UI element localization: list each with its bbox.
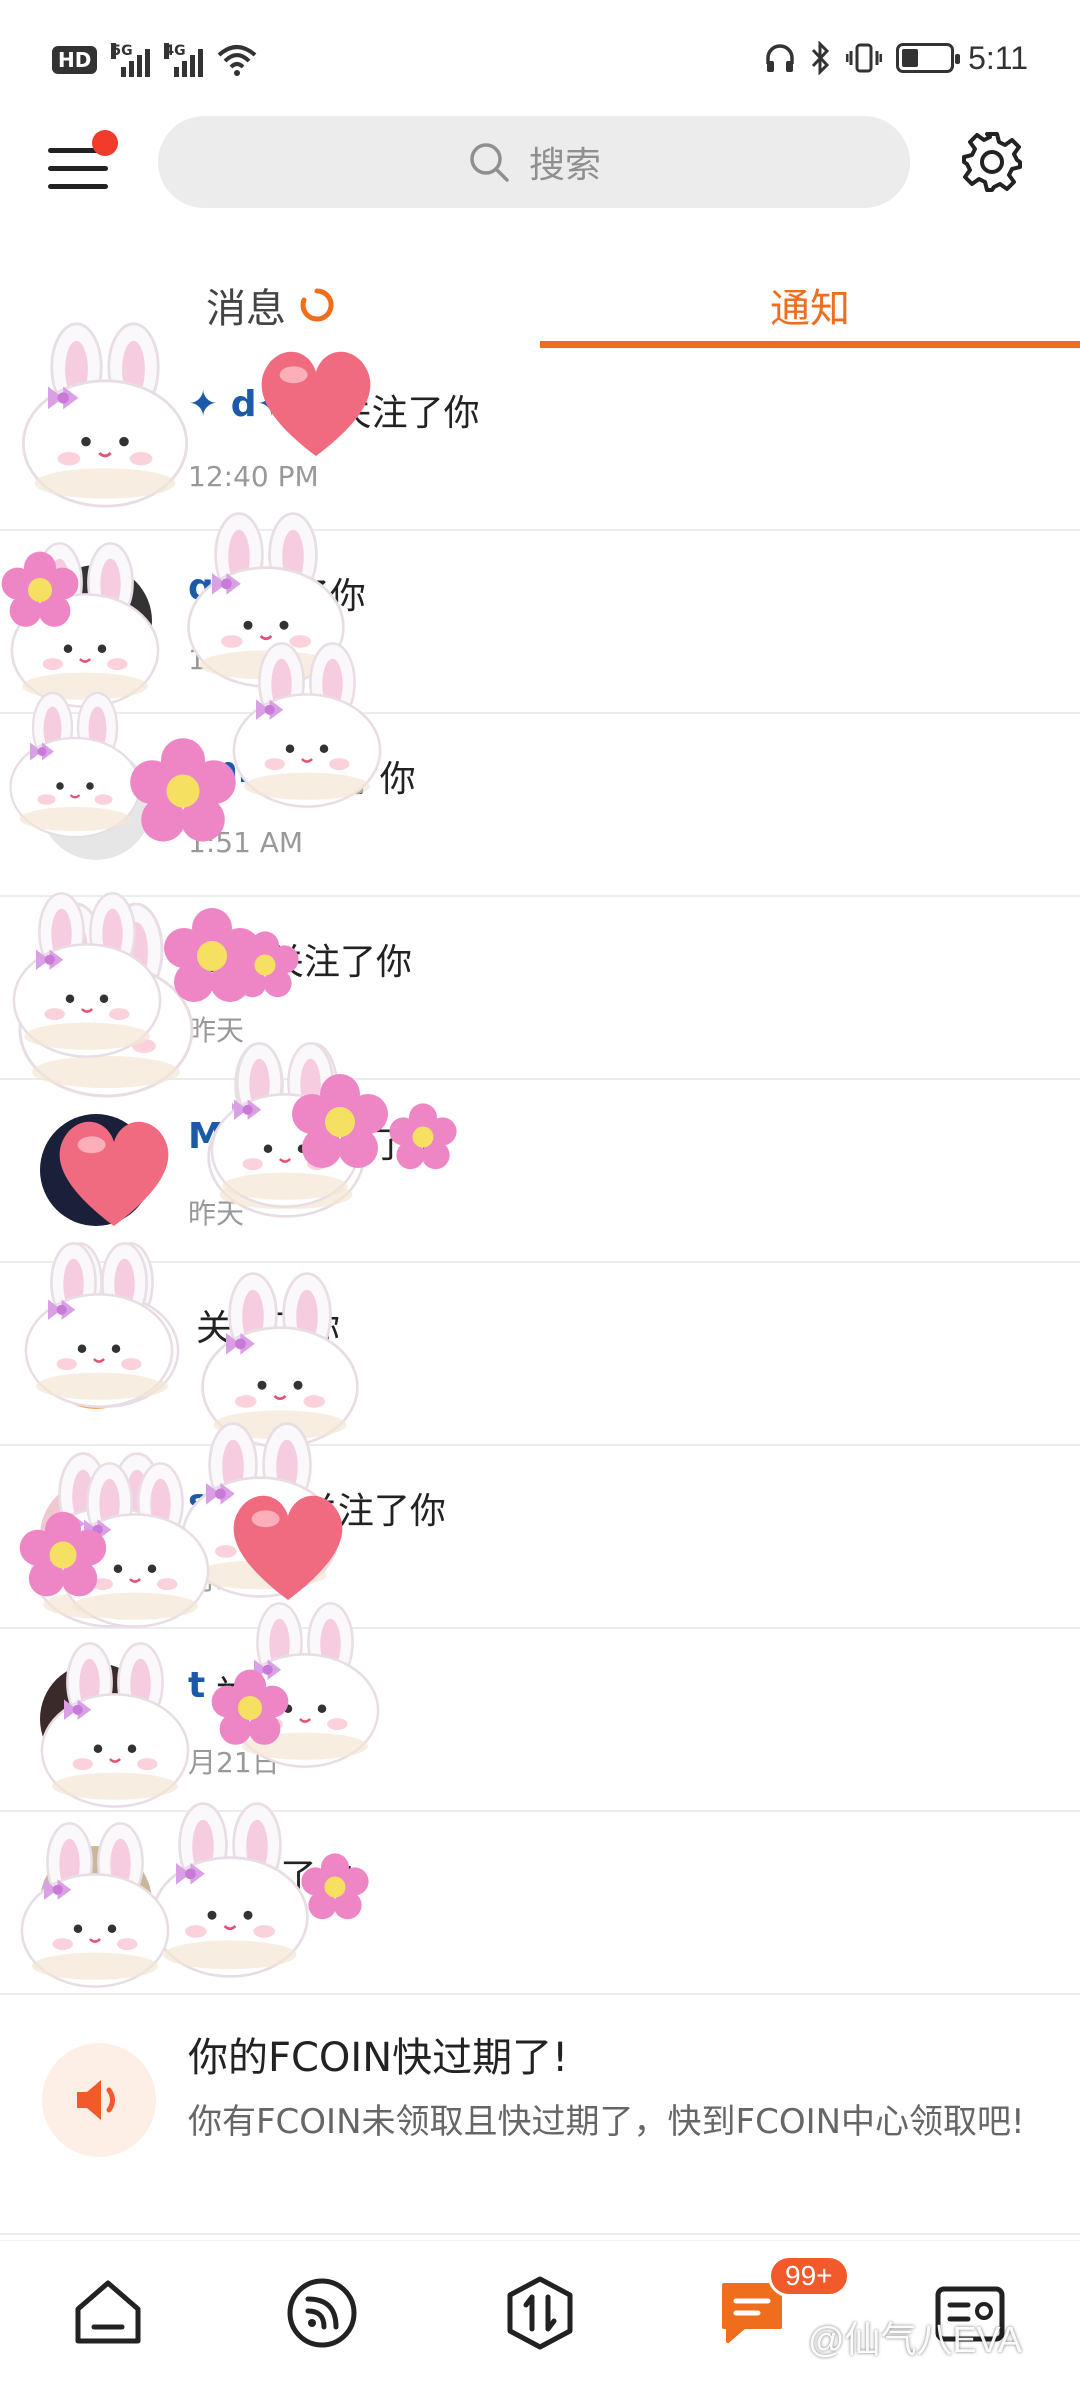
status-right: 5:11: [764, 34, 1028, 82]
tab-notifications-label: 通知: [770, 286, 850, 332]
menu-button[interactable]: [48, 130, 118, 200]
follow-action-text: 关注了你: [196, 1308, 341, 1349]
home-icon: [75, 2280, 141, 2344]
nav-trade[interactable]: [500, 2273, 580, 2353]
username-link[interactable]: l: [188, 1848, 200, 1900]
trade-arrows-icon: [507, 2276, 573, 2350]
notification-row[interactable]: M...X 关注了你 昨天: [0, 1080, 1080, 1263]
bottom-nav: 99+ @仙气八EVA: [0, 2240, 1080, 2388]
avatar[interactable]: [40, 382, 152, 494]
search-placeholder: 搜索: [528, 145, 601, 186]
fcoin-title: 你的FCOIN快过期了!: [188, 2035, 569, 2081]
timestamp: 昨天: [188, 1197, 245, 1230]
search-icon: [470, 143, 509, 182]
avatar[interactable]: [40, 1663, 152, 1775]
notification-row[interactable]: 青地 关注了你 昨天: [0, 897, 1080, 1080]
search-bar[interactable]: 搜索: [158, 116, 910, 208]
hd-badge: HD: [52, 46, 98, 74]
loading-spinner-icon: [300, 288, 334, 322]
notification-row[interactable]: l 关注了你: [0, 1812, 1080, 1995]
username-link[interactable]: q: [188, 567, 214, 619]
avatar[interactable]: [40, 931, 152, 1043]
notification-row[interactable]: q 关注了你 10: [0, 531, 1080, 714]
header: 搜索: [0, 112, 1080, 262]
notification-row[interactable]: ✦ d✦... 关注了你 12:40 PM: [0, 348, 1080, 531]
follow-action-text: 关注了你: [271, 759, 416, 800]
menu-line: [48, 166, 108, 171]
rss-feed-icon: [287, 2278, 357, 2348]
username-link[interactable]: t: [188, 1665, 205, 1717]
username-link[interactable]: 青地: [188, 933, 260, 985]
tab-messages-label: 消息: [206, 286, 286, 332]
clock: 5:11: [968, 39, 1028, 76]
headphones-icon: [766, 44, 794, 72]
timestamp: 月21日: [188, 1563, 280, 1596]
nav-home[interactable]: [68, 2273, 148, 2353]
follow-action-text: 关注了你: [300, 1125, 445, 1166]
signal-4g-icon: 4G: [164, 43, 204, 77]
username-link[interactable]: M...X: [188, 1116, 293, 1168]
avatar[interactable]: [40, 748, 152, 860]
notification-dot: [92, 130, 118, 156]
follow-action-text: 关注了你: [213, 1674, 358, 1715]
username-link[interactable]: ann: [188, 750, 264, 802]
follow-action-text: 关注了你: [208, 1857, 353, 1898]
bluetooth-icon: [811, 41, 830, 75]
follow-action-text: 关注了你: [221, 576, 366, 617]
network-label-4g: 4G: [164, 43, 186, 59]
active-tab-indicator: [540, 341, 1080, 348]
timestamp: 12:40 PM: [188, 460, 319, 493]
username-link[interactable]: ster1: [188, 1482, 294, 1534]
avatar[interactable]: [40, 1480, 152, 1592]
fcoin-expiry-notice[interactable]: 你的FCOIN快过期了! 你有FCOIN未领取且快过期了，快到FCOIN中心领取…: [0, 1995, 1080, 2235]
menu-line: [48, 184, 108, 189]
battery-fill: [902, 49, 919, 67]
avatar[interactable]: [40, 1846, 152, 1958]
avatar[interactable]: [40, 565, 152, 677]
follow-action-text: 关注了你: [301, 1491, 446, 1532]
notification-row[interactable]: 关注了你: [0, 1263, 1080, 1446]
notification-row[interactable]: ann 关注了你 1:51 AM: [0, 714, 1080, 897]
speaker-icon: [42, 2043, 156, 2157]
watermark-text: @仙气八EVA: [808, 2319, 1022, 2360]
timestamp: 1:51 AM: [188, 826, 304, 859]
notification-row[interactable]: ster1 关注了你 月21日: [0, 1446, 1080, 1629]
timestamp: 10: [188, 643, 224, 676]
vibrate-icon: [846, 43, 883, 73]
notification-row[interactable]: t 关注了你 月21日: [0, 1629, 1080, 1812]
fcoin-body: 你有FCOIN未领取且快过期了，快到FCOIN中心领取吧!: [188, 2102, 1025, 2142]
follow-action-text: 关注了你: [335, 393, 480, 434]
signal-5g-icon: 5G: [111, 43, 151, 77]
settings-button[interactable]: [960, 130, 1024, 194]
tab-bar: 消息 通知: [0, 262, 1080, 348]
gear-icon: [962, 132, 1022, 192]
avatar[interactable]: [40, 1114, 152, 1226]
tab-messages[interactable]: 消息: [0, 262, 540, 348]
unread-badge: 99+: [768, 2255, 850, 2297]
tab-notifications[interactable]: 通知: [540, 262, 1080, 348]
status-bar: HD 5G 4G 5:11: [0, 0, 1080, 112]
timestamp: 昨天: [188, 1014, 245, 1047]
avatar[interactable]: [40, 1297, 152, 1409]
wifi-icon: [218, 45, 257, 76]
notification-list: ✦ d✦... 关注了你 12:40 PM q 关注了你 10 ann 关注了你 1:…: [0, 348, 1080, 2235]
battery-icon: [896, 43, 961, 73]
network-label-5g: 5G: [111, 43, 133, 59]
status-left: HD 5G 4G: [52, 38, 257, 82]
username-link[interactable]: ✦ d✦...: [188, 384, 328, 436]
follow-action-text: 关注了你: [268, 942, 413, 983]
timestamp: 月21日: [188, 1746, 280, 1779]
nav-feed[interactable]: [282, 2273, 362, 2353]
